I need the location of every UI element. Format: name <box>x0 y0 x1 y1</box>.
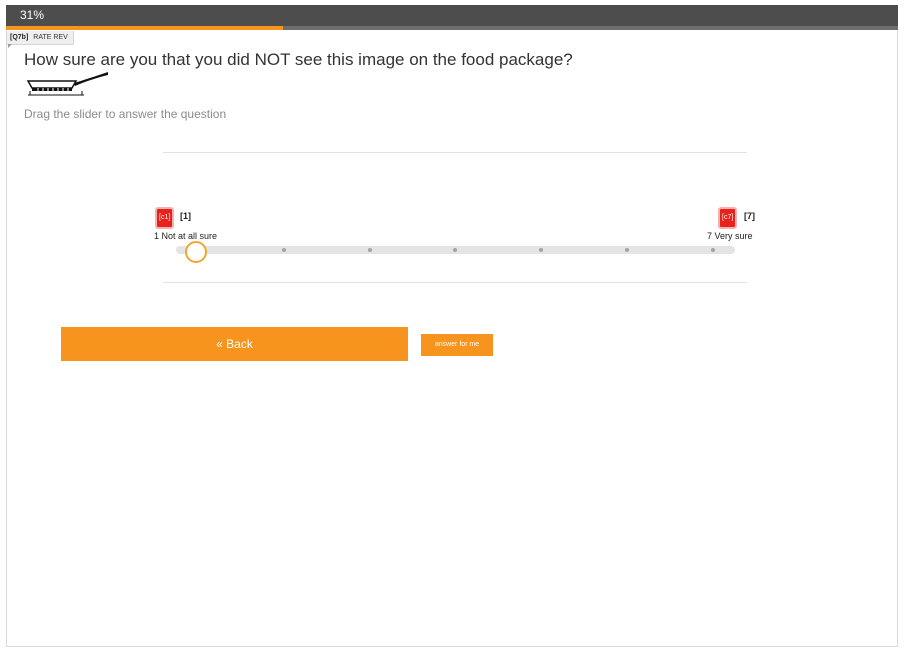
survey-frame <box>6 5 898 647</box>
question-text: How sure are you that you did NOT see th… <box>24 50 573 69</box>
progress-percent: 31% <box>20 8 45 22</box>
scale-max-code-badge: [c7] <box>718 207 738 229</box>
slider-tick[interactable] <box>711 248 715 252</box>
divider-bottom <box>163 282 747 283</box>
scale-max-label: 7 Very sure <box>707 231 753 241</box>
scale-min-value: [1] <box>180 211 191 221</box>
scale-min-code-badge: [c1] <box>155 207 175 229</box>
slider-tick[interactable] <box>625 248 629 252</box>
instruction-text: Drag the slider to answer the question <box>24 107 227 121</box>
slider-handle[interactable] <box>185 241 207 263</box>
divider-top <box>163 152 747 153</box>
back-button[interactable]: « Back <box>61 327 408 361</box>
question-tag-label: RATE REV <box>33 34 68 41</box>
question-tag-caret <box>8 44 12 48</box>
scale-min-label: 1 Not at all sure <box>154 231 218 241</box>
progress-bar-fill <box>6 26 283 30</box>
question-code: [Q7b] <box>10 34 29 41</box>
progress-bar <box>6 26 898 30</box>
slider-tick[interactable] <box>282 248 286 252</box>
question-tag: [Q7b] RATE REV <box>6 31 74 45</box>
scale-max-value: [7] <box>744 211 755 221</box>
frying-pan-icon <box>26 72 108 96</box>
slider-tick[interactable] <box>453 248 457 252</box>
slider-tick[interactable] <box>539 248 543 252</box>
slider-tick[interactable] <box>368 248 372 252</box>
progress-header: 31% <box>6 5 898 30</box>
answer-for-me-button[interactable]: answer for me <box>421 334 493 356</box>
